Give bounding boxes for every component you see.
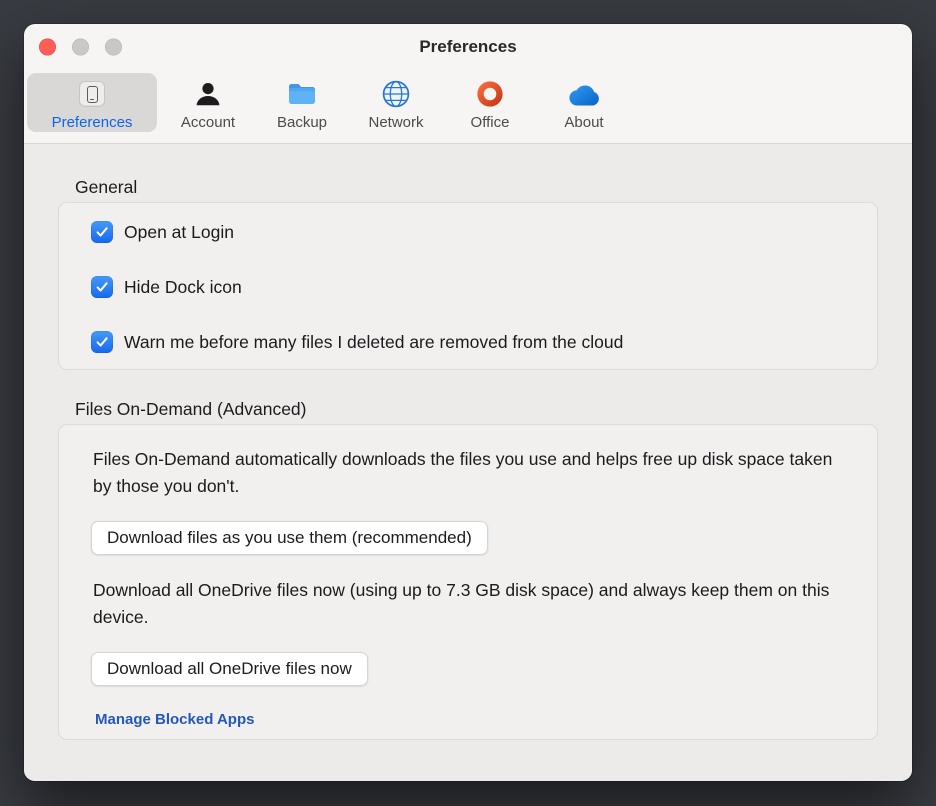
checkbox-label: Open at Login (124, 221, 234, 242)
zoom-button[interactable] (105, 38, 122, 56)
tab-about[interactable]: About (541, 73, 627, 132)
download-all-button[interactable]: Download all OneDrive files now (91, 652, 368, 686)
tab-label: Backup (276, 114, 328, 131)
preferences-pane: General Open at Login Hide Dock icon War… (24, 144, 912, 781)
tab-label: Network (368, 114, 424, 131)
person-icon (193, 77, 223, 111)
close-button[interactable] (39, 38, 56, 56)
traffic-lights (39, 38, 122, 56)
office-logo-icon (475, 77, 505, 111)
general-heading: General (75, 177, 138, 197)
onedrive-cloud-icon (566, 77, 602, 111)
tab-label: Office (470, 114, 510, 131)
tab-account[interactable]: Account (165, 73, 251, 132)
download-as-used-button[interactable]: Download files as you use them (recommen… (91, 521, 488, 555)
minimize-button[interactable] (72, 38, 89, 56)
window-title: Preferences (419, 37, 517, 56)
general-card: Open at Login Hide Dock icon Warn me bef… (58, 202, 878, 370)
tab-label: Preferences (51, 114, 133, 131)
open-at-login-checkbox[interactable] (91, 221, 113, 243)
open-at-login-row: Open at Login (59, 218, 877, 246)
tab-office[interactable]: Office (447, 73, 533, 132)
files-on-demand-card: Files On-Demand automatically downloads … (58, 424, 878, 740)
device-icon (79, 77, 105, 111)
hide-dock-icon-checkbox[interactable] (91, 276, 113, 298)
warn-before-delete-row: Warn me before many files I deleted are … (59, 328, 877, 356)
tab-label: About (564, 114, 604, 131)
tab-preferences[interactable]: Preferences (27, 73, 157, 132)
tab-network[interactable]: Network (353, 73, 439, 132)
tab-label: Account (180, 114, 236, 131)
titlebar: Preferences (24, 24, 912, 70)
hide-dock-icon-row: Hide Dock icon (59, 273, 877, 301)
files-on-demand-description: Files On-Demand automatically downloads … (93, 449, 833, 496)
preferences-window: Preferences Preferences Account Backup N… (24, 24, 912, 781)
manage-blocked-apps-link[interactable]: Manage Blocked Apps (95, 711, 254, 728)
files-on-demand-heading: Files On-Demand (Advanced) (75, 399, 307, 419)
checkbox-label: Hide Dock icon (124, 276, 242, 297)
checkbox-label: Warn me before many files I deleted are … (124, 331, 624, 352)
globe-icon (380, 77, 412, 111)
folder-icon (286, 77, 318, 111)
toolbar: Preferences Account Backup Network Offic… (24, 70, 912, 143)
tab-backup[interactable]: Backup (259, 73, 345, 132)
warn-before-delete-checkbox[interactable] (91, 331, 113, 353)
download-all-description: Download all OneDrive files now (using u… (93, 580, 830, 627)
